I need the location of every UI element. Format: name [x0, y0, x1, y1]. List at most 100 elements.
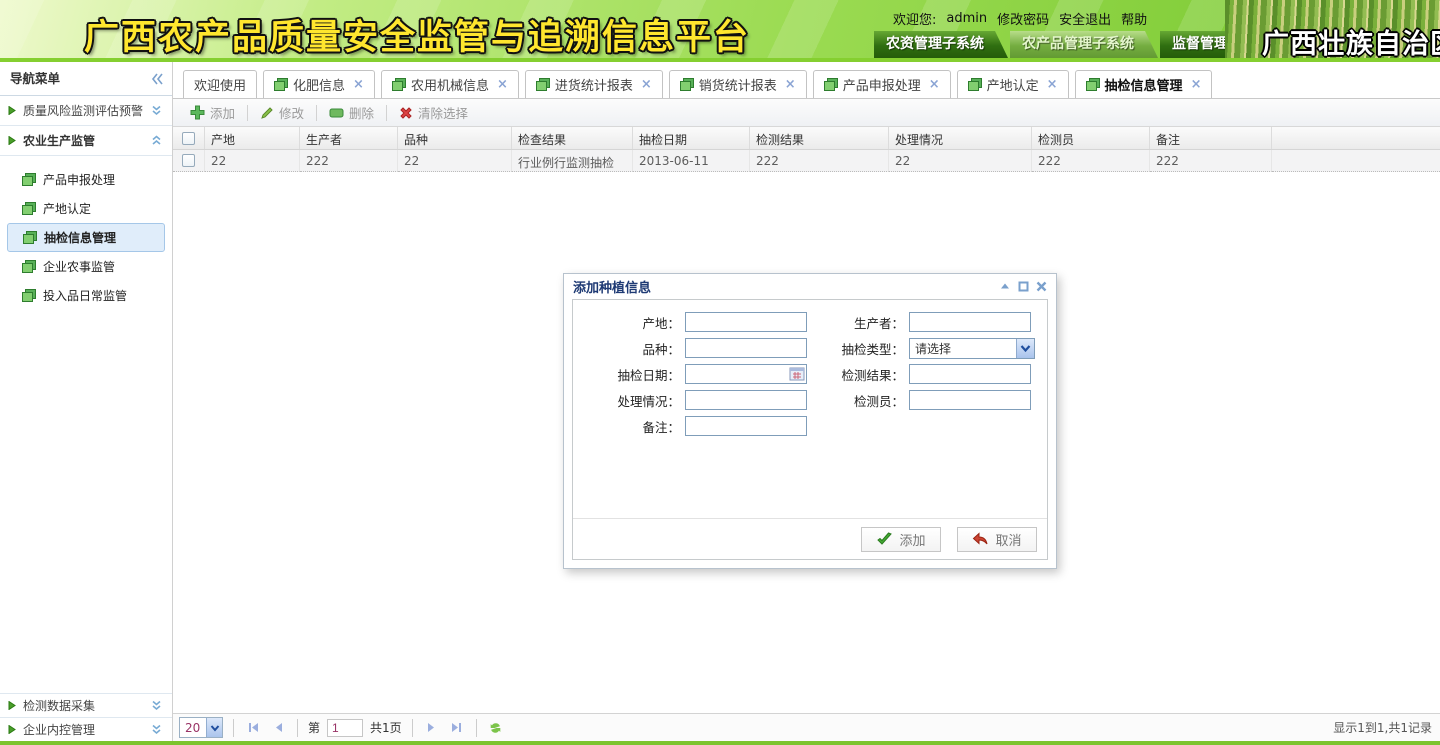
dialog-cancel-button[interactable]: 取消 — [957, 527, 1037, 552]
nav-agri-materials[interactable]: 农资管理子系统 — [874, 31, 1008, 58]
column-header-producer[interactable]: 生产者 — [300, 127, 398, 149]
cell-handling: 22 — [889, 150, 1032, 172]
sidebar-item-product-declaration[interactable]: 产品申报处理 — [0, 165, 172, 194]
dialog-footer: 添加 取消 — [573, 518, 1047, 559]
folder-icon — [824, 78, 838, 91]
cell-origin: 22 — [205, 150, 300, 172]
tab-label: 欢迎使用 — [194, 75, 246, 94]
tab-purchase-report[interactable]: 进货统计报表 × — [525, 70, 663, 98]
dialog-add-button[interactable]: 添加 — [861, 527, 941, 552]
tab-agri-machinery-info[interactable]: 农用机械信息 × — [381, 70, 519, 98]
toolbar-separator — [316, 105, 317, 121]
column-header-test-result[interactable]: 检测结果 — [750, 127, 889, 149]
calendar-icon[interactable] — [789, 366, 805, 384]
variety-field[interactable] — [685, 338, 807, 358]
sidebar-bottom-sections: 检测数据采集 企业内控管理 — [0, 693, 172, 741]
tab-fertilizer-info[interactable]: 化肥信息 × — [263, 70, 375, 98]
collapse-icon[interactable] — [999, 281, 1011, 291]
close-icon[interactable] — [1036, 281, 1047, 292]
chevron-double-down-icon[interactable] — [150, 723, 163, 736]
inspector-field[interactable] — [909, 390, 1031, 410]
maximize-icon[interactable] — [1018, 281, 1029, 292]
column-header-handling[interactable]: 处理情况 — [889, 127, 1032, 149]
column-header-check-result[interactable]: 检查结果 — [512, 127, 633, 149]
sidebar-section-detection-data[interactable]: 检测数据采集 — [0, 693, 172, 717]
edit-button-label: 修改 — [279, 103, 304, 122]
page-number-input[interactable] — [327, 719, 363, 737]
tab-close-icon[interactable]: × — [929, 77, 940, 92]
chevron-double-down-icon[interactable] — [150, 104, 163, 117]
form-row: 备注： — [573, 413, 1047, 439]
sidebar-section-risk[interactable]: 质量风险监测评估预警 — [0, 96, 172, 126]
tab-close-icon[interactable]: × — [1047, 77, 1058, 92]
tab-close-icon[interactable]: × — [497, 77, 508, 92]
tab-welcome[interactable]: 欢迎使用 — [183, 70, 257, 98]
help-link[interactable]: 帮助 — [1121, 9, 1147, 28]
sidebar-title: 导航菜单 — [10, 62, 151, 96]
sidebar-item-input-daily-supervision[interactable]: 投入品日常监管 — [0, 281, 172, 310]
page-size-select[interactable]: 20 — [179, 717, 223, 738]
sidebar-item-sampling-info[interactable]: 抽检信息管理 — [7, 223, 165, 252]
delete-button-label: 删除 — [349, 103, 374, 122]
tab-product-declaration[interactable]: 产品申报处理 × — [813, 70, 951, 98]
remark-field[interactable] — [685, 416, 807, 436]
column-header-variety[interactable]: 品种 — [398, 127, 512, 149]
chevron-double-down-icon[interactable] — [150, 699, 163, 712]
column-header-remark[interactable]: 备注 — [1150, 127, 1272, 149]
tab-close-icon[interactable]: × — [785, 77, 796, 92]
sidebar-item-enterprise-farming[interactable]: 企业农事监管 — [0, 252, 172, 281]
sidebar-section-internal-control[interactable]: 企业内控管理 — [0, 717, 172, 741]
change-password-link[interactable]: 修改密码 — [997, 9, 1049, 28]
sidebar-section-production[interactable]: 农业生产监管 — [0, 126, 172, 156]
column-header-origin[interactable]: 产地 — [205, 127, 300, 149]
tab-sampling-info[interactable]: 抽检信息管理 × — [1075, 70, 1213, 98]
sidebar-section-label: 企业内控管理 — [23, 721, 143, 738]
chevron-down-icon — [210, 724, 220, 732]
folder-icon — [392, 78, 406, 91]
sidebar-item-label: 产地认定 — [43, 200, 91, 217]
column-header-inspector[interactable]: 检测员 — [1032, 127, 1150, 149]
tab-origin-certification[interactable]: 产地认定 × — [957, 70, 1069, 98]
add-button[interactable]: 添加 — [181, 102, 244, 124]
select-all-checkbox[interactable] — [182, 132, 195, 145]
select-dropdown-button[interactable] — [1016, 339, 1034, 358]
sidebar-item-label: 企业农事监管 — [43, 258, 115, 275]
table-row[interactable]: 22 222 22 行业例行监测抽检 2013-06-11 222 22 222… — [173, 150, 1440, 172]
refresh-icon — [488, 721, 503, 735]
sidebar: 导航菜单 质量风险监测评估预警 农业生产监管 产品申报处理 产地认定 — [0, 62, 173, 741]
edit-button[interactable]: 修改 — [251, 102, 313, 124]
next-page-button[interactable] — [423, 719, 441, 737]
cell-sample-date: 2013-06-11 — [633, 150, 750, 172]
row-checkbox[interactable] — [182, 154, 195, 167]
test-result-field[interactable] — [909, 364, 1031, 384]
sidebar-collapse-icon[interactable] — [151, 73, 164, 85]
first-page-button[interactable] — [244, 719, 262, 737]
tab-close-icon[interactable]: × — [1191, 77, 1202, 92]
origin-field[interactable] — [685, 312, 807, 332]
red-x-icon — [399, 106, 413, 120]
last-page-button[interactable] — [448, 719, 466, 737]
nav-agri-products[interactable]: 农产品管理子系统 — [1010, 31, 1158, 58]
select-dropdown-button[interactable] — [206, 718, 222, 737]
tab-label: 化肥信息 — [293, 75, 345, 94]
refresh-button[interactable] — [487, 719, 505, 737]
select-all-cell — [173, 127, 205, 149]
column-header-sample-date[interactable]: 抽检日期 — [633, 127, 750, 149]
handling-field[interactable] — [685, 390, 807, 410]
clear-selection-button[interactable]: 清除选择 — [390, 102, 477, 124]
next-page-icon — [425, 721, 438, 734]
sample-date-wrapper — [685, 364, 807, 384]
tab-sales-report[interactable]: 销货统计报表 × — [669, 70, 807, 98]
logout-link[interactable]: 安全退出 — [1059, 9, 1111, 28]
dialog-titlebar[interactable]: 添加种植信息 — [564, 274, 1056, 298]
sample-type-select[interactable]: 请选择 — [909, 338, 1035, 359]
delete-button[interactable]: 删除 — [320, 102, 383, 124]
tab-close-icon[interactable]: × — [353, 77, 364, 92]
sidebar-section-label: 农业生产监管 — [23, 132, 143, 149]
prev-page-icon — [272, 721, 285, 734]
prev-page-button[interactable] — [269, 719, 287, 737]
tab-close-icon[interactable]: × — [641, 77, 652, 92]
chevron-double-up-icon[interactable] — [150, 134, 163, 147]
sidebar-item-origin-certification[interactable]: 产地认定 — [0, 194, 172, 223]
producer-field[interactable] — [909, 312, 1031, 332]
